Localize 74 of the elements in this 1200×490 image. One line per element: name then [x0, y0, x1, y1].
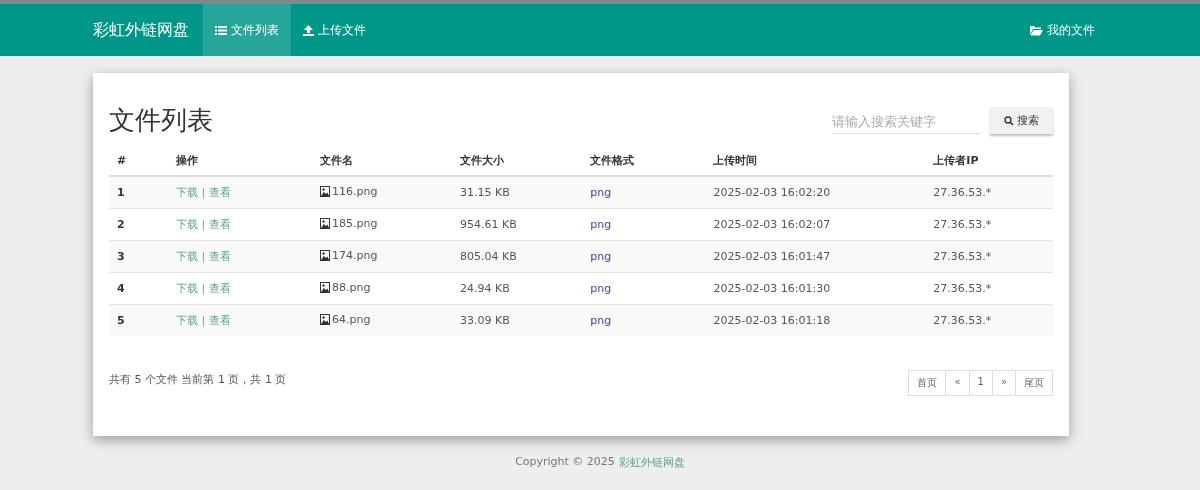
action-link[interactable]: 查看	[209, 218, 232, 231]
file-format[interactable]: png	[590, 314, 612, 327]
uploader-ip: 27.36.53.*	[933, 282, 992, 295]
row-number: 1	[117, 186, 125, 199]
file-format[interactable]: png	[590, 186, 612, 199]
list-icon	[215, 24, 227, 36]
file-format[interactable]: png	[590, 218, 612, 231]
search-button[interactable]: 搜索	[990, 107, 1053, 134]
summary-text: 共有 5 个文件 当前第 1 页，共 1 页	[109, 372, 287, 388]
file-name: 88.png	[331, 281, 371, 294]
file-size: 33.09 KB	[459, 314, 510, 327]
action-link[interactable]: 查看	[209, 250, 232, 263]
file-size: 954.61 KB	[459, 218, 517, 231]
image-icon	[319, 186, 330, 197]
uploader-ip: 27.36.53.*	[933, 250, 992, 263]
page-button[interactable]: 尾页	[1015, 370, 1053, 396]
separator: |	[201, 218, 206, 231]
separator: |	[201, 250, 206, 263]
file-format[interactable]: png	[590, 250, 612, 263]
row-number: 2	[117, 218, 125, 231]
upload-time: 2025-02-03 16:01:47	[713, 250, 831, 263]
image-icon	[319, 250, 330, 261]
action-link[interactable]: 下载	[175, 314, 198, 327]
brand-title[interactable]: 彩虹外链网盘	[93, 4, 189, 56]
file-name: 64.png	[331, 313, 371, 326]
column-header: 文件大小	[459, 154, 504, 167]
copyright-text: Copyright © 2025	[515, 455, 615, 470]
column-header: 操作	[175, 154, 198, 167]
nav-tab[interactable]: 上传文件	[291, 4, 378, 56]
row-number: 4	[117, 282, 125, 295]
my-files-link[interactable]: 我的文件	[1018, 4, 1107, 56]
footer-link[interactable]: 彩虹外链网盘	[618, 455, 685, 470]
uploader-ip: 27.36.53.*	[933, 314, 992, 327]
file-size: 805.04 KB	[459, 250, 517, 263]
upload-icon	[303, 24, 314, 36]
folder-icon	[1030, 24, 1043, 36]
upload-time: 2025-02-03 16:02:07	[713, 218, 831, 231]
row-number: 3	[117, 250, 125, 263]
file-size: 24.94 KB	[459, 282, 510, 295]
uploader-ip: 27.36.53.*	[933, 218, 992, 231]
action-link[interactable]: 下载	[175, 186, 198, 199]
uploader-ip: 27.36.53.*	[933, 186, 992, 199]
page-button[interactable]: «	[945, 370, 970, 396]
column-header: 文件格式	[590, 154, 635, 167]
upload-time: 2025-02-03 16:01:18	[713, 314, 831, 327]
separator: |	[201, 314, 206, 327]
column-header: 文件名	[319, 154, 353, 167]
file-name: 174.png	[331, 249, 378, 262]
image-icon	[319, 282, 330, 293]
action-link[interactable]: 查看	[209, 314, 232, 327]
upload-time: 2025-02-03 16:02:20	[713, 186, 831, 199]
file-size: 31.15 KB	[459, 186, 510, 199]
search-icon	[1004, 115, 1014, 126]
column-header: 上传者IP	[933, 154, 979, 167]
page-button[interactable]: 首页	[908, 370, 947, 396]
image-icon	[319, 314, 330, 325]
column-header: 上传时间	[713, 154, 758, 167]
nav-tab[interactable]: 文件列表	[203, 4, 291, 56]
action-link[interactable]: 下载	[175, 218, 198, 231]
action-link[interactable]: 查看	[209, 186, 232, 199]
column-header: #	[117, 154, 127, 167]
row-number: 5	[117, 314, 125, 327]
page-title: 文件列表	[109, 104, 213, 137]
file-name: 185.png	[331, 217, 378, 230]
action-link[interactable]: 下载	[175, 250, 198, 263]
file-format[interactable]: png	[590, 282, 612, 295]
separator: |	[201, 282, 206, 295]
file-name: 116.png	[331, 185, 378, 198]
page-button[interactable]: 1	[968, 370, 993, 396]
image-icon	[319, 218, 330, 229]
upload-time: 2025-02-03 16:01:30	[713, 282, 831, 295]
separator: |	[201, 186, 206, 199]
action-link[interactable]: 下载	[175, 282, 198, 295]
action-link[interactable]: 查看	[209, 282, 232, 295]
